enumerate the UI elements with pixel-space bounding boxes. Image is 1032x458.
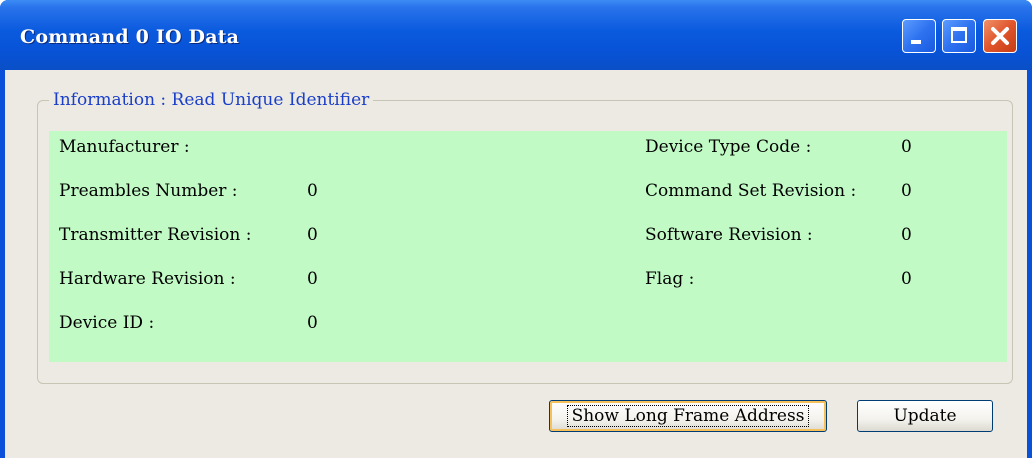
label-software-revision: Software Revision : (645, 225, 813, 245)
value-hardware-revision: 0 (307, 269, 318, 289)
value-device-type-code: 0 (901, 137, 912, 157)
close-button[interactable] (983, 19, 1017, 53)
show-long-frame-address-button[interactable]: Show Long Frame Address (549, 400, 827, 432)
minimize-button[interactable] (902, 19, 936, 53)
info-panel: Manufacturer : Preambles Number : 0 Tran… (49, 131, 1007, 362)
label-device-id: Device ID : (59, 313, 155, 333)
minimize-icon (911, 40, 921, 44)
value-command-set-revision: 0 (901, 181, 912, 201)
update-button[interactable]: Update (857, 400, 993, 432)
groupbox-legend: Information : Read Unique Identifier (49, 90, 374, 110)
label-device-type-code: Device Type Code : (645, 137, 812, 157)
label-hardware-revision: Hardware Revision : (59, 269, 236, 289)
label-preambles-number: Preambles Number : (59, 181, 238, 201)
value-flag: 0 (901, 269, 912, 289)
title-bar[interactable]: Command 0 IO Data (0, 0, 1032, 70)
value-preambles-number: 0 (307, 181, 318, 201)
dialog-client-area: Information : Read Unique Identifier Man… (5, 70, 1027, 458)
window-title: Command 0 IO Data (20, 26, 240, 48)
value-device-id: 0 (307, 313, 318, 333)
maximize-button[interactable] (942, 19, 976, 53)
show-long-frame-address-label: Show Long Frame Address (566, 405, 810, 427)
label-transmitter-revision: Transmitter Revision : (59, 225, 252, 245)
value-software-revision: 0 (901, 225, 912, 245)
label-manufacturer: Manufacturer : (59, 137, 190, 157)
label-command-set-revision: Command Set Revision : (645, 181, 857, 201)
value-transmitter-revision: 0 (307, 225, 318, 245)
label-flag: Flag : (645, 269, 695, 289)
close-icon (991, 27, 1009, 45)
dialog-window: Command 0 IO Data Information : Read Uni… (0, 0, 1032, 458)
maximize-icon (951, 27, 967, 43)
